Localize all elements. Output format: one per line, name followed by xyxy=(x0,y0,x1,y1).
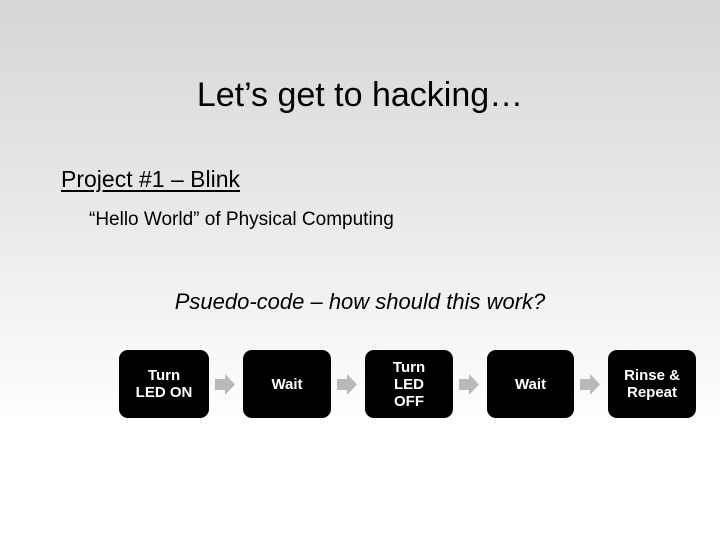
project-heading: Project #1 – Blink xyxy=(61,166,240,192)
flow-step-label: Turn LED ON xyxy=(135,367,193,401)
flow-arrow-right-icon xyxy=(580,374,600,395)
flow-step-label: Rinse & Repeat xyxy=(624,367,680,401)
flow-step-box: Wait xyxy=(243,350,331,418)
slide-canvas: Let’s get to hacking… Project #1 – Blink… xyxy=(0,0,720,540)
flow-step-box: Turn LED OFF xyxy=(365,350,453,418)
flow-step-box: Wait xyxy=(487,350,574,418)
flow-step-label: Wait xyxy=(514,375,547,393)
flow-arrow-right-icon xyxy=(337,374,357,395)
flow-step-label: Wait xyxy=(271,375,303,393)
pseudocode-question: Psuedo-code – how should this work? xyxy=(174,289,546,314)
flow-step-label: Turn LED OFF xyxy=(392,358,426,410)
flow-step-box: Turn LED ON xyxy=(119,350,209,418)
project-subtitle: “Hello World” of Physical Computing xyxy=(89,209,394,230)
flow-arrow-right-icon xyxy=(215,374,235,395)
page-title: Let’s get to hacking… xyxy=(196,76,524,114)
flow-step-box: Rinse & Repeat xyxy=(608,350,696,418)
pseudocode-flow-diagram: Turn LED ON Wait Turn LED OFF Wait Rinse & Repea… xyxy=(0,350,720,420)
flow-arrow-right-icon xyxy=(459,374,479,395)
